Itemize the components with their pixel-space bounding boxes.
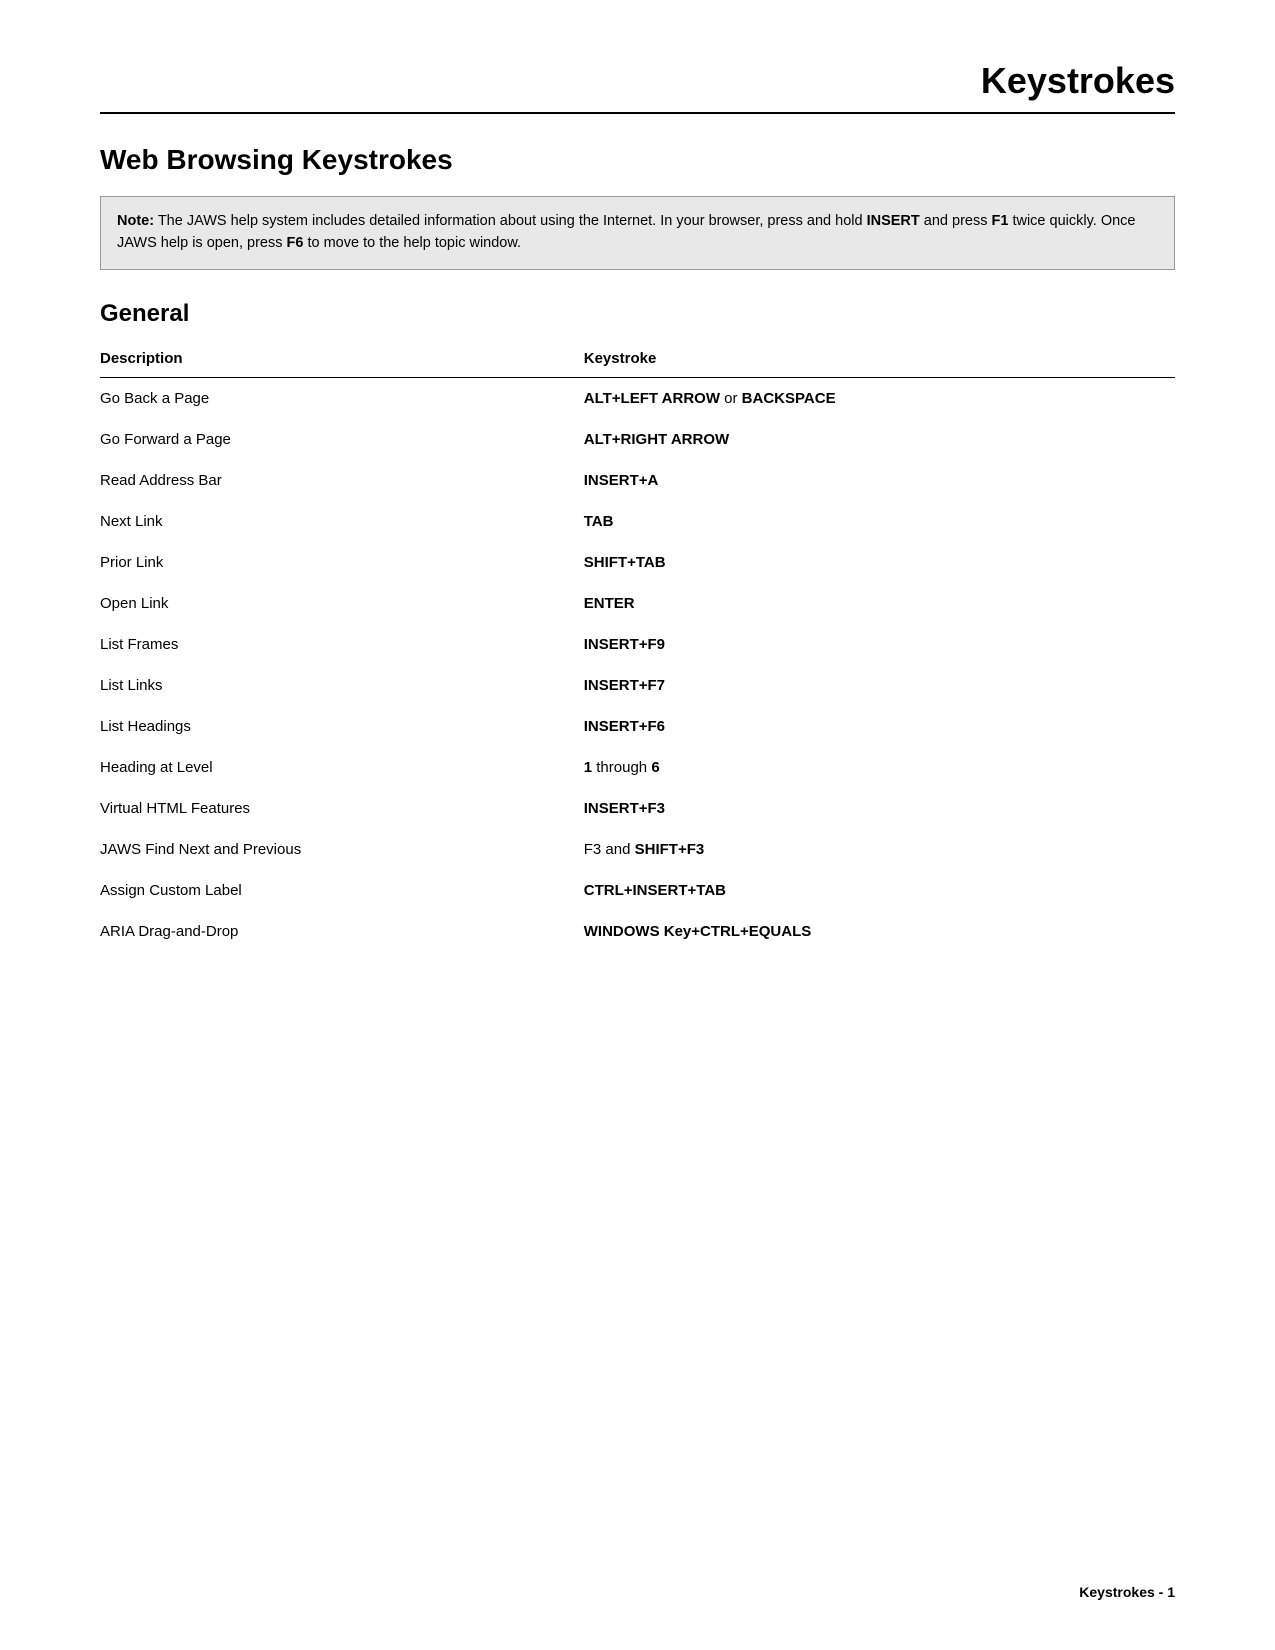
table-row: Next LinkTAB (100, 501, 1175, 542)
keystroke-cell: CTRL+INSERT+TAB (584, 870, 1175, 911)
note-text1: The JAWS help system includes detailed i… (154, 213, 867, 229)
keystroke-bold: INSERT+F3 (584, 800, 665, 817)
keystroke-cell: SHIFT+TAB (584, 542, 1175, 583)
table-row: ARIA Drag-and-DropWINDOWS Key+CTRL+EQUAL… (100, 911, 1175, 952)
keystroke-cell: ALT+LEFT ARROW or BACKSPACE (584, 377, 1175, 419)
note-bold3: F6 (287, 235, 304, 251)
description-cell: Go Forward a Page (100, 419, 584, 460)
table-row: Heading at Level1 through 6 (100, 747, 1175, 788)
description-cell: Next Link (100, 501, 584, 542)
keystroke-text: through (592, 759, 651, 776)
keystroke-bold: ENTER (584, 595, 635, 612)
table-row: Virtual HTML FeaturesINSERT+F3 (100, 788, 1175, 829)
description-cell: Go Back a Page (100, 377, 584, 419)
keystroke-bold: SHIFT+TAB (584, 554, 666, 571)
keystroke-cell: TAB (584, 501, 1175, 542)
table-row: Go Back a PageALT+LEFT ARROW or BACKSPAC… (100, 377, 1175, 419)
keystroke-cell: WINDOWS Key+CTRL+EQUALS (584, 911, 1175, 952)
section-heading: General (100, 300, 1175, 328)
note-text2: and press (920, 213, 992, 229)
page-title: Keystrokes (981, 60, 1175, 101)
keystroke-text: and (601, 841, 634, 858)
keystroke-bold: ALT+LEFT ARROW (584, 390, 720, 407)
page-container: Keystrokes Web Browsing Keystrokes Note:… (0, 0, 1275, 1032)
description-cell: ARIA Drag-and-Drop (100, 911, 584, 952)
keystroke-bold: CTRL+INSERT+TAB (584, 882, 726, 899)
description-cell: JAWS Find Next and Previous (100, 829, 584, 870)
note-bold2: F1 (992, 213, 1009, 229)
keystroke-cell: ENTER (584, 583, 1175, 624)
keystroke-bold: ALT+RIGHT ARROW (584, 431, 729, 448)
keystroke-cell: INSERT+F6 (584, 706, 1175, 747)
keystroke-text: F3 (584, 841, 602, 858)
page-footer: Keystrokes - 1 (1079, 1584, 1175, 1600)
description-cell: Read Address Bar (100, 460, 584, 501)
keystroke-bold: SHIFT+F3 (635, 841, 705, 858)
table-row: Go Forward a PageALT+RIGHT ARROW (100, 419, 1175, 460)
table-row: List HeadingsINSERT+F6 (100, 706, 1175, 747)
description-cell: List Frames (100, 624, 584, 665)
keystroke-cell: 1 through 6 (584, 747, 1175, 788)
table-row: List LinksINSERT+F7 (100, 665, 1175, 706)
description-cell: Assign Custom Label (100, 870, 584, 911)
note-text4: to move to the help topic window. (303, 235, 521, 251)
table-row: JAWS Find Next and PreviousF3 and SHIFT+… (100, 829, 1175, 870)
keystroke-bold: WINDOWS Key+CTRL+EQUALS (584, 923, 812, 940)
table-row: Open LinkENTER (100, 583, 1175, 624)
keystroke-bold: INSERT+F6 (584, 718, 665, 735)
keystroke-cell: F3 and SHIFT+F3 (584, 829, 1175, 870)
description-cell: List Headings (100, 706, 584, 747)
table-row: Prior LinkSHIFT+TAB (100, 542, 1175, 583)
keystroke-bold: BACKSPACE (742, 390, 836, 407)
main-heading: Web Browsing Keystrokes (100, 144, 1175, 176)
note-label: Note: (117, 213, 154, 229)
col-keystroke-header: Keystroke (584, 344, 1175, 378)
note-box: Note: The JAWS help system includes deta… (100, 196, 1175, 270)
keystroke-bold: INSERT+A (584, 472, 659, 489)
keystroke-bold: TAB (584, 513, 614, 530)
keystroke-cell: INSERT+F3 (584, 788, 1175, 829)
title-section: Keystrokes (100, 60, 1175, 114)
note-bold1: INSERT (867, 213, 920, 229)
keystroke-bold: 6 (651, 759, 659, 776)
table-row: Assign Custom LabelCTRL+INSERT+TAB (100, 870, 1175, 911)
keystroke-cell: ALT+RIGHT ARROW (584, 419, 1175, 460)
keystroke-table: Description Keystroke Go Back a PageALT+… (100, 344, 1175, 952)
table-row: Read Address BarINSERT+A (100, 460, 1175, 501)
description-cell: Virtual HTML Features (100, 788, 584, 829)
table-row: List FramesINSERT+F9 (100, 624, 1175, 665)
keystroke-cell: INSERT+A (584, 460, 1175, 501)
keystroke-cell: INSERT+F7 (584, 665, 1175, 706)
keystroke-bold: 1 (584, 759, 592, 776)
description-cell: Prior Link (100, 542, 584, 583)
keystroke-text: or (720, 390, 742, 407)
keystroke-bold: INSERT+F9 (584, 636, 665, 653)
col-description-header: Description (100, 344, 584, 378)
description-cell: Heading at Level (100, 747, 584, 788)
keystroke-cell: INSERT+F9 (584, 624, 1175, 665)
keystroke-bold: INSERT+F7 (584, 677, 665, 694)
description-cell: Open Link (100, 583, 584, 624)
description-cell: List Links (100, 665, 584, 706)
